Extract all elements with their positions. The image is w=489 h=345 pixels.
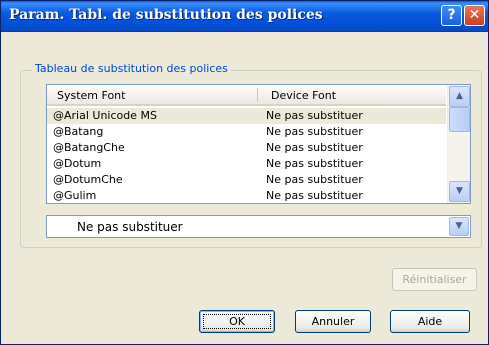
system-font-cell: @Batang bbox=[53, 125, 104, 138]
device-font-select-value: Ne pas substituer bbox=[77, 220, 183, 234]
column-header-device-font[interactable]: Device Font bbox=[271, 89, 336, 102]
reset-button[interactable]: Réinitialiser bbox=[392, 268, 477, 291]
scroll-up-button[interactable]: ▲ bbox=[449, 86, 470, 107]
window-title: Param. Tabl. de substitution des polices bbox=[9, 7, 323, 23]
chevron-up-icon: ▲ bbox=[456, 91, 463, 101]
focus-rectangle bbox=[203, 314, 271, 329]
cancel-button[interactable]: Annuler bbox=[295, 310, 371, 333]
list-item[interactable]: @DotumChe Ne pas substituer bbox=[47, 172, 446, 188]
column-divider[interactable] bbox=[257, 88, 258, 102]
close-icon: ✕ bbox=[468, 7, 481, 23]
font-substitution-list[interactable]: System Font Device Font @Arial Unicode M… bbox=[46, 84, 471, 204]
close-button[interactable]: ✕ bbox=[464, 5, 485, 26]
help-title-button[interactable]: ? bbox=[441, 5, 462, 26]
column-header-system-font[interactable]: System Font bbox=[57, 89, 125, 102]
question-icon: ? bbox=[447, 7, 456, 23]
list-item[interactable]: @BatangChe Ne pas substituer bbox=[47, 140, 446, 156]
system-font-cell: @BatangChe bbox=[53, 141, 125, 154]
title-bar[interactable]: Param. Tabl. de substitution des polices… bbox=[1, 1, 488, 32]
device-font-select[interactable]: Ne pas substituer ▼ bbox=[46, 215, 471, 238]
system-font-cell: @DotumChe bbox=[53, 173, 123, 186]
device-font-cell: Ne pas substituer bbox=[266, 189, 363, 202]
list-item[interactable]: @Dotum Ne pas substituer bbox=[47, 156, 446, 172]
list-item[interactable]: @Gulim Ne pas substituer bbox=[47, 188, 446, 203]
device-font-cell: Ne pas substituer bbox=[266, 157, 363, 170]
list-rows: @Arial Unicode MS Ne pas substituer @Bat… bbox=[47, 108, 446, 203]
system-font-cell: @Dotum bbox=[53, 157, 102, 170]
device-font-cell: Ne pas substituer bbox=[266, 109, 363, 122]
list-item[interactable]: @Batang Ne pas substituer bbox=[47, 124, 446, 140]
scroll-down-button[interactable]: ▼ bbox=[449, 181, 470, 202]
dropdown-button[interactable]: ▼ bbox=[449, 217, 469, 236]
device-font-cell: Ne pas substituer bbox=[266, 125, 363, 138]
device-font-cell: Ne pas substituer bbox=[266, 141, 363, 154]
ok-button[interactable]: OK bbox=[199, 310, 275, 333]
scroll-thumb[interactable] bbox=[449, 107, 470, 132]
dialog-window: Param. Tabl. de substitution des polices… bbox=[0, 0, 489, 345]
chevron-down-icon: ▼ bbox=[456, 186, 463, 196]
list-item[interactable]: @Arial Unicode MS Ne pas substituer bbox=[47, 108, 446, 124]
device-font-cell: Ne pas substituer bbox=[266, 173, 363, 186]
chevron-down-icon: ▼ bbox=[455, 221, 463, 231]
system-font-cell: @Arial Unicode MS bbox=[53, 109, 157, 122]
vertical-scrollbar[interactable]: ▲ ▼ bbox=[447, 85, 470, 203]
list-header: System Font Device Font bbox=[47, 85, 446, 106]
system-font-cell: @Gulim bbox=[53, 189, 97, 202]
help-button[interactable]: Aide bbox=[390, 310, 470, 333]
group-label: Tableau de substitution des polices bbox=[32, 62, 231, 75]
